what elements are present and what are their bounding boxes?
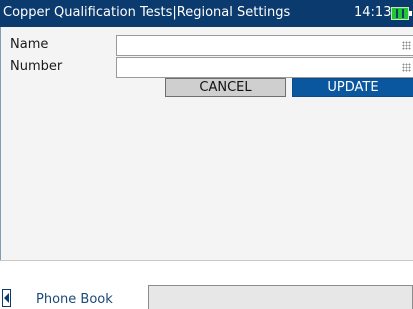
left-arrow-icon[interactable] (2, 289, 11, 307)
name-field[interactable] (116, 35, 413, 56)
update-button[interactable]: UPDATE (292, 78, 413, 97)
number-field[interactable] (116, 57, 413, 78)
number-label: Number (10, 59, 63, 74)
main-panel: Name Number CANCEL UPDATE (0, 27, 413, 260)
tab-bar: Phone Book (0, 260, 413, 309)
tab-bar-divider (0, 260, 413, 261)
keyboard-icon[interactable] (402, 41, 411, 50)
tab-phone-book[interactable]: Phone Book (36, 292, 113, 307)
title-bar: Copper Qualification Tests|Regional Sett… (0, 0, 413, 27)
tab-empty (148, 285, 413, 309)
cancel-button[interactable]: CANCEL (165, 78, 286, 97)
name-label: Name (10, 37, 49, 52)
clock: 14:13 (354, 5, 392, 20)
battery-charging-icon (391, 7, 412, 20)
window-title: Copper Qualification Tests|Regional Sett… (3, 5, 291, 20)
keyboard-icon[interactable] (402, 63, 411, 72)
